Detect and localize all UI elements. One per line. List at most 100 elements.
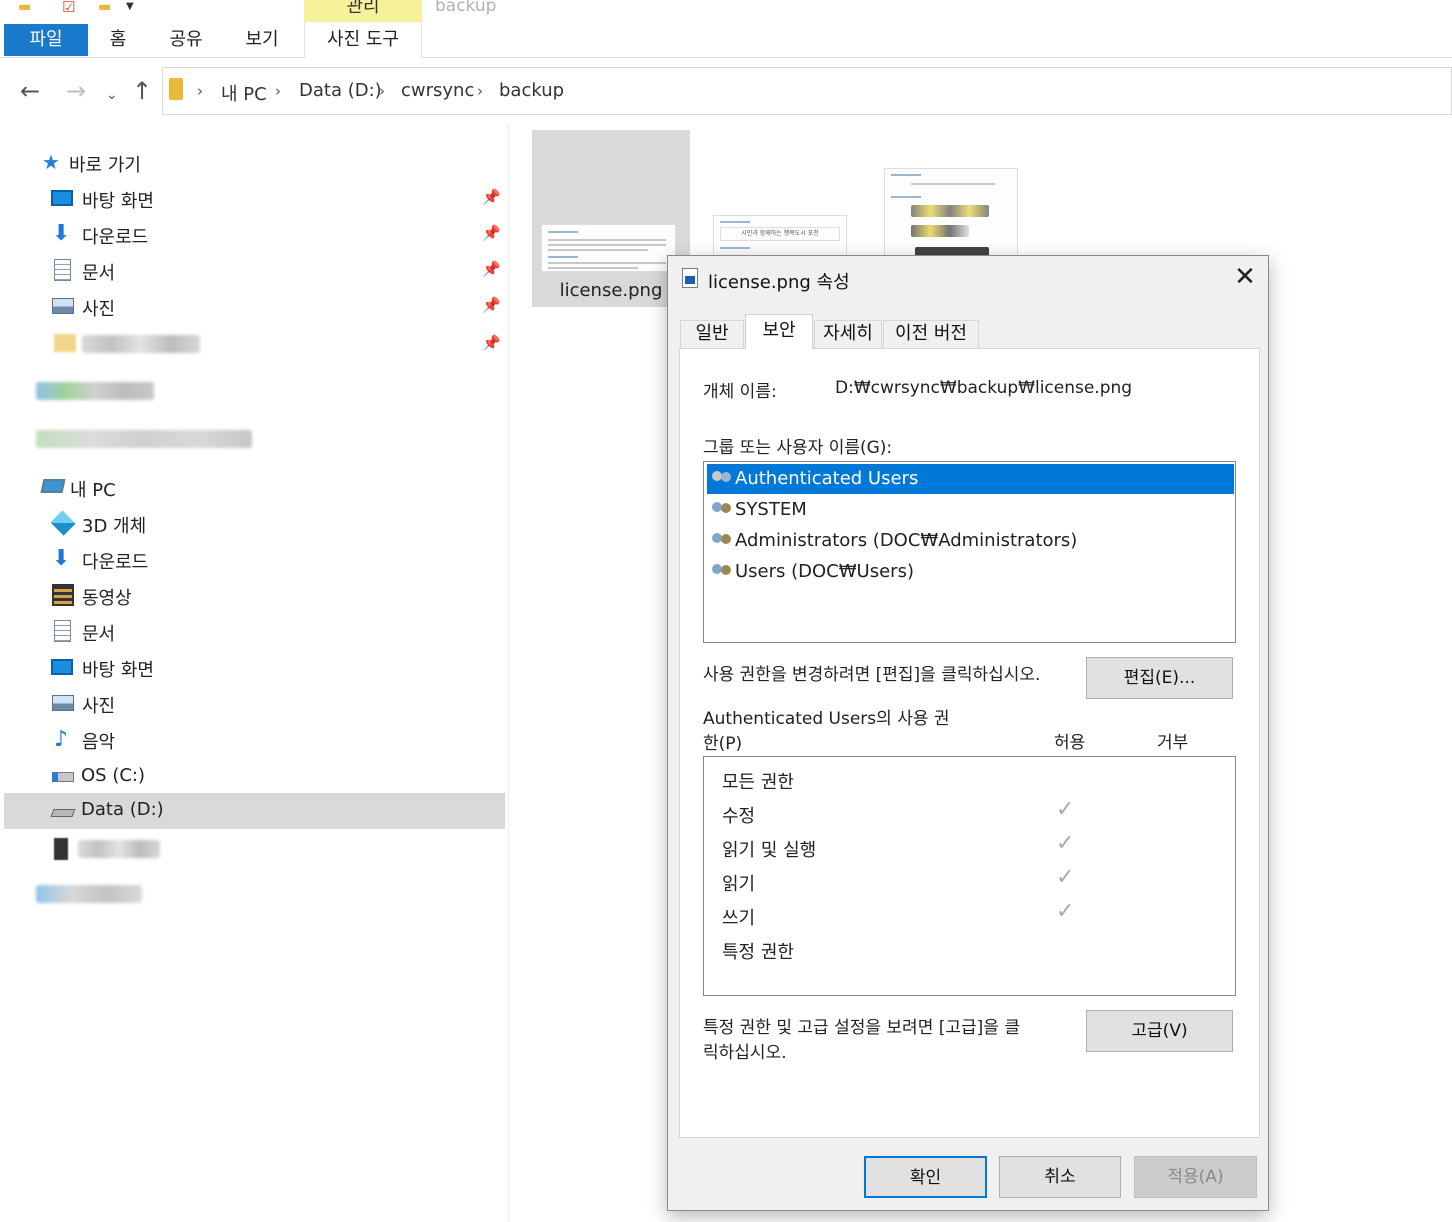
drive-icon: [54, 838, 68, 860]
sidebar-item-label: 동영상: [82, 588, 132, 609]
chevron-right-icon[interactable]: ›: [275, 82, 281, 100]
drive-icon: [50, 809, 76, 817]
edit-hint: 사용 권한을 변경하려면 [편집]을 클릭하십시오.: [703, 665, 1041, 685]
sidebar-item-data-d[interactable]: Data (D:): [4, 793, 505, 829]
sidebar-item-downloads[interactable]: ⬇ 다운로드: [4, 542, 505, 578]
permissions-list: 모든 권한 수정 읽기 및 실행 읽기 쓰기 특정 권한 ✓ ✓ ✓ ✓: [703, 756, 1236, 996]
object-name-value: D:₩cwrsync₩backup₩license.png: [835, 378, 1133, 398]
sidebar-item-redacted[interactable]: 📌: [4, 327, 505, 363]
ok-button[interactable]: 확인: [864, 1156, 987, 1198]
object-name-label: 개체 이름:: [703, 382, 777, 402]
user-list-item[interactable]: Authenticated Users: [707, 464, 1234, 494]
sidebar-item-label: Data (D:): [81, 799, 164, 820]
new-folder-icon[interactable]: ▬: [98, 0, 111, 14]
navigation-pane: ★ 바로 가기 바탕 화면 📌 ⬇ 다운로드 📌 문서 📌 사진 📌 📌 내 P…: [4, 124, 509, 1222]
cancel-button[interactable]: 취소: [999, 1156, 1121, 1198]
title-bar: ▬ ☑ ▬ ▼ 관리 backup: [0, 0, 1452, 22]
advanced-button[interactable]: 고급(V): [1086, 1010, 1233, 1052]
tab-file[interactable]: 파일: [4, 24, 88, 56]
redacted-label: [78, 840, 160, 858]
user-name: SYSTEM: [735, 499, 807, 520]
sidebar-item-pictures[interactable]: 사진 📌: [4, 289, 505, 325]
chevron-right-icon[interactable]: ›: [379, 82, 385, 100]
chevron-right-icon[interactable]: ›: [477, 82, 483, 100]
computer-icon: [40, 479, 66, 493]
user-list-item[interactable]: Users (DOC₩Users): [707, 557, 1234, 587]
recent-locations-chevron-icon[interactable]: ⌄: [106, 82, 118, 108]
sidebar-item-downloads[interactable]: ⬇ 다운로드 📌: [4, 217, 505, 253]
desktop-icon: [51, 190, 73, 206]
sidebar-item-videos[interactable]: 동영상: [4, 578, 505, 614]
sidebar-item-desktop[interactable]: 바탕 화면: [4, 650, 505, 686]
sidebar-item-pictures[interactable]: 사진: [4, 686, 505, 722]
contextual-tab-manage[interactable]: 관리: [304, 0, 422, 22]
users-group-icon: [711, 562, 733, 582]
sidebar-item-os-c[interactable]: OS (C:): [4, 759, 505, 795]
pin-icon[interactable]: 📌: [482, 260, 501, 278]
pin-icon[interactable]: 📌: [482, 188, 501, 206]
user-list[interactable]: Authenticated Users SYSTEM Administrator…: [703, 461, 1236, 643]
file-thumbnail[interactable]: [884, 168, 1018, 258]
sidebar-item-redacted[interactable]: [4, 422, 505, 458]
pictures-icon: [52, 695, 74, 711]
breadcrumb-cwrsync[interactable]: cwrsync: [401, 80, 474, 101]
sidebar-item-quick-access[interactable]: ★ 바로 가기: [4, 145, 505, 181]
sidebar-item-documents[interactable]: 문서: [4, 614, 505, 650]
properties-check-icon[interactable]: ☑: [62, 0, 75, 15]
tab-general[interactable]: 일반: [680, 320, 744, 348]
tab-view[interactable]: 보기: [236, 22, 288, 58]
forward-arrow-icon[interactable]: →: [66, 78, 86, 104]
pin-icon[interactable]: 📌: [482, 296, 501, 314]
customize-quick-access-icon[interactable]: ▼: [126, 0, 134, 14]
image-file-icon: [682, 268, 698, 288]
sidebar-item-label: 문서: [82, 263, 116, 284]
folder-icon[interactable]: ▬: [18, 0, 31, 14]
sidebar-item-redacted[interactable]: [4, 877, 505, 913]
sidebar-item-redacted[interactable]: [4, 374, 505, 410]
redacted-label: [82, 335, 200, 353]
ribbon-tabs: 파일 홈 공유 보기 사진 도구: [0, 22, 1452, 58]
redacted-label: [36, 430, 252, 448]
thumbnail-caption: 시민과 함께하는 행복도시 포천: [720, 227, 840, 241]
sidebar-item-desktop[interactable]: 바탕 화면 📌: [4, 181, 505, 217]
edit-button[interactable]: 편집(E)...: [1086, 657, 1233, 699]
folder-icon: [169, 78, 183, 100]
document-icon: [54, 620, 71, 642]
breadcrumb-data-d[interactable]: Data (D:): [299, 80, 382, 101]
window-title: backup: [435, 0, 497, 16]
pictures-icon: [52, 298, 74, 314]
apply-button[interactable]: 적용(A): [1134, 1156, 1257, 1198]
sidebar-item-redacted[interactable]: [4, 832, 505, 868]
user-list-item[interactable]: Administrators (DOC₩Administrators): [707, 526, 1234, 556]
tab-details[interactable]: 자세히: [814, 320, 882, 348]
system-drive-icon: [52, 772, 74, 782]
sidebar-item-music[interactable]: ♪ 음악: [4, 722, 505, 758]
sidebar-item-label: 바탕 화면: [82, 660, 154, 681]
breadcrumb-backup[interactable]: backup: [499, 80, 564, 101]
back-arrow-icon[interactable]: ←: [20, 78, 40, 104]
user-name: Users (DOC₩Users): [735, 561, 914, 582]
security-panel: 개체 이름: D:₩cwrsync₩backup₩license.png 그룹 …: [679, 348, 1260, 1138]
chevron-right-icon[interactable]: ›: [197, 82, 203, 100]
tab-security[interactable]: 보안: [745, 314, 813, 349]
tab-share[interactable]: 공유: [160, 22, 212, 58]
film-icon: [52, 584, 74, 606]
tab-previous-versions[interactable]: 이전 버전: [883, 320, 979, 348]
deny-column-header: 거부: [1157, 733, 1189, 753]
pin-icon[interactable]: 📌: [482, 224, 501, 242]
close-icon[interactable]: ✕: [1232, 264, 1258, 292]
file-thumbnail[interactable]: 시민과 함께하는 행복도시 포천: [713, 215, 847, 259]
breadcrumb-this-pc[interactable]: 내 PC: [221, 80, 267, 106]
allow-check-icon: ✓: [1056, 797, 1075, 822]
address-bar[interactable]: › 내 PC › Data (D:) › cwrsync › backup: [162, 67, 1452, 115]
sidebar-item-documents[interactable]: 문서 📌: [4, 253, 505, 289]
sidebar-item-3d-objects[interactable]: 3D 개체: [4, 506, 505, 542]
tab-photo-tools[interactable]: 사진 도구: [304, 22, 422, 58]
allow-check-icon: ✓: [1056, 831, 1075, 856]
user-list-item[interactable]: SYSTEM: [707, 495, 1234, 525]
sidebar-item-this-pc[interactable]: 내 PC: [4, 470, 505, 506]
sidebar-item-label: 사진: [82, 299, 116, 320]
pin-icon[interactable]: 📌: [482, 334, 501, 352]
up-arrow-icon[interactable]: ↑: [132, 78, 152, 104]
tab-home[interactable]: 홈: [98, 22, 138, 58]
